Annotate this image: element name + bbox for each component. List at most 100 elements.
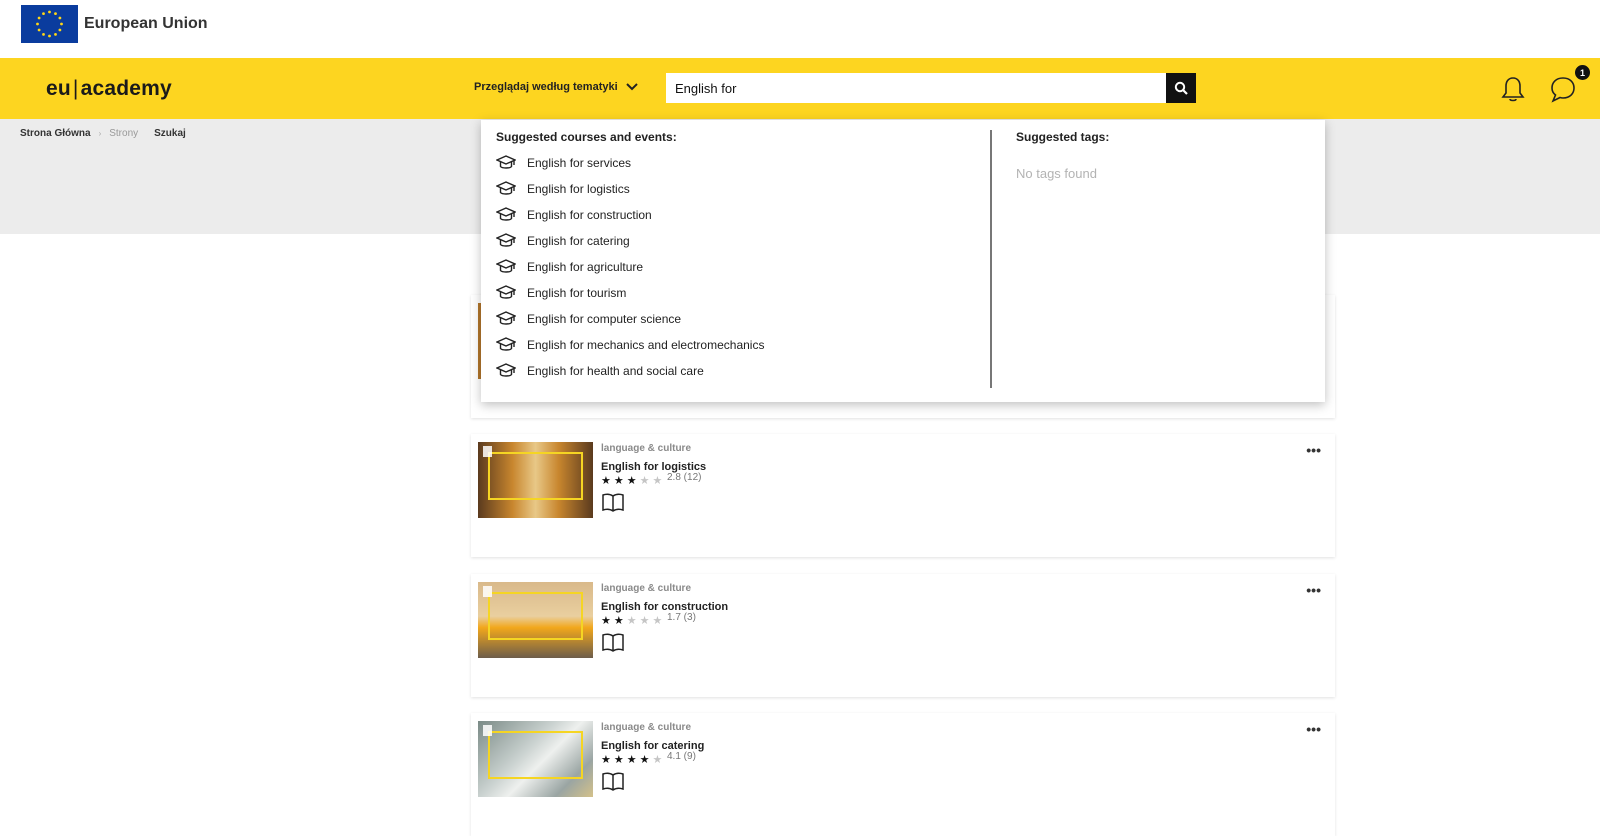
eu-academy-logo[interactable]: eu|academy	[46, 77, 172, 101]
graduation-cap-icon	[496, 337, 516, 351]
star-icon: ★	[652, 615, 663, 627]
graduation-cap-icon	[496, 259, 516, 273]
course-thumbnail	[478, 442, 593, 518]
search-suggestions-dropdown: Suggested courses and events: English fo…	[481, 120, 1325, 402]
logo-eu: eu	[46, 77, 71, 100]
course-title[interactable]: English for construction	[601, 601, 728, 613]
top-navigation-bar: eu|academy Przeglądaj według tematyki 1	[0, 58, 1600, 119]
result-card[interactable]: language & culture English for catering …	[471, 713, 1335, 836]
logo-academy: academy	[80, 77, 172, 100]
breadcrumb-current: Szukaj	[154, 128, 186, 139]
book-icon	[602, 772, 624, 791]
graduation-cap-icon	[496, 285, 516, 299]
search-icon	[1174, 81, 1188, 95]
suggested-course-item[interactable]: English for computer science	[496, 306, 976, 332]
book-icon	[602, 633, 624, 652]
suggested-courses-section: Suggested courses and events: English fo…	[496, 130, 976, 384]
suggested-courses-list: English for services English for logistic…	[496, 150, 976, 384]
result-card[interactable]: language & culture English for logistics…	[471, 434, 1335, 557]
suggested-course-label: English for tourism	[527, 286, 627, 300]
suggested-courses-heading: Suggested courses and events:	[496, 130, 677, 144]
bookmark-icon[interactable]	[483, 725, 492, 736]
course-category: language & culture	[601, 583, 692, 594]
star-icon: ★	[626, 615, 637, 627]
more-options-button[interactable]: •••	[1306, 442, 1321, 458]
thumbnail-frame	[488, 592, 583, 640]
rating-stars: ★ ★ ★ ★ ★	[601, 614, 662, 627]
breadcrumb: Strona Główna › Strony Szukaj	[20, 128, 186, 139]
suggested-course-item[interactable]: English for catering	[496, 228, 976, 254]
graduation-cap-icon	[496, 233, 516, 247]
star-icon: ★	[613, 475, 624, 487]
star-icon: ★	[626, 475, 637, 487]
suggested-tags-section: Suggested tags: No tags found	[1016, 130, 1109, 181]
rating-text: 4.1 (9)	[667, 751, 696, 762]
thumbnail-frame	[488, 452, 583, 500]
star-icon: ★	[652, 475, 663, 487]
search-box	[666, 73, 1196, 103]
no-tags-message: No tags found	[1016, 166, 1097, 181]
star-icon: ★	[613, 754, 624, 766]
graduation-cap-icon	[496, 311, 516, 325]
chevron-right-icon: ›	[98, 129, 102, 138]
graduation-cap-icon	[496, 181, 516, 195]
browse-label: Przeglądaj według tematyki	[474, 81, 618, 93]
star-icon: ★	[613, 615, 624, 627]
result-card[interactable]: language & culture English for construct…	[471, 574, 1335, 697]
star-icon: ★	[626, 754, 637, 766]
suggested-course-item[interactable]: English for services	[496, 150, 976, 176]
chevron-down-icon	[625, 83, 638, 91]
more-options-button[interactable]: •••	[1306, 582, 1321, 598]
suggested-course-label: English for services	[527, 156, 632, 170]
eu-flag-icon	[21, 5, 78, 43]
course-thumbnail	[478, 582, 593, 658]
rating-text: 1.7 (3)	[667, 612, 696, 623]
chat-icon	[1551, 77, 1575, 103]
suggested-tags-heading: Suggested tags:	[1016, 130, 1110, 144]
graduation-cap-icon	[496, 155, 516, 169]
suggested-course-label: English for agriculture	[527, 260, 644, 274]
eu-title[interactable]: European Union	[84, 15, 208, 33]
graduation-cap-icon	[496, 207, 516, 221]
rating-stars: ★ ★ ★ ★ ★	[601, 753, 662, 766]
star-icon: ★	[601, 754, 611, 766]
search-input[interactable]	[666, 73, 1166, 103]
suggested-course-label: English for construction	[527, 208, 652, 222]
messages-count-badge: 1	[1575, 65, 1590, 80]
graduation-cap-icon	[496, 363, 516, 377]
course-category: language & culture	[601, 722, 692, 733]
course-thumbnail	[478, 721, 593, 797]
breadcrumb-pages[interactable]: Strony	[109, 128, 138, 139]
bookmark-icon[interactable]	[483, 586, 492, 597]
suggested-course-label: English for catering	[527, 234, 630, 248]
bookmark-icon[interactable]	[483, 446, 492, 457]
star-icon: ★	[601, 615, 611, 627]
course-category: language & culture	[601, 443, 692, 454]
messages-button[interactable]	[1549, 75, 1577, 103]
notifications-button[interactable]	[1500, 75, 1526, 103]
star-icon: ★	[639, 754, 650, 766]
suggested-course-item[interactable]: English for mechanics and electromechani…	[496, 332, 976, 358]
logo-separator: |	[72, 77, 79, 100]
suggested-course-item[interactable]: English for construction	[496, 202, 976, 228]
star-icon: ★	[639, 475, 650, 487]
suggested-course-label: English for mechanics and electromechani…	[527, 338, 765, 352]
suggested-course-label: English for health and social care	[527, 364, 704, 378]
thumbnail-frame	[488, 731, 583, 779]
star-icon: ★	[652, 754, 663, 766]
suggested-course-item[interactable]: English for tourism	[496, 280, 976, 306]
dropdown-divider	[990, 130, 992, 388]
eu-header: European Union	[0, 0, 1600, 58]
browse-by-topic-dropdown[interactable]: Przeglądaj według tematyki	[474, 81, 638, 93]
rating-text: 2.8 (12)	[667, 472, 702, 483]
suggested-course-item[interactable]: English for agriculture	[496, 254, 976, 280]
suggested-course-label: English for logistics	[527, 182, 630, 196]
breadcrumb-home[interactable]: Strona Główna	[20, 128, 91, 139]
search-button[interactable]	[1166, 73, 1196, 103]
suggested-course-item[interactable]: English for health and social care	[496, 358, 976, 384]
book-icon	[602, 493, 624, 512]
more-options-button[interactable]: •••	[1306, 721, 1321, 737]
suggested-course-item[interactable]: English for logistics	[496, 176, 976, 202]
suggested-course-label: English for computer science	[527, 312, 682, 326]
star-icon: ★	[601, 475, 611, 487]
